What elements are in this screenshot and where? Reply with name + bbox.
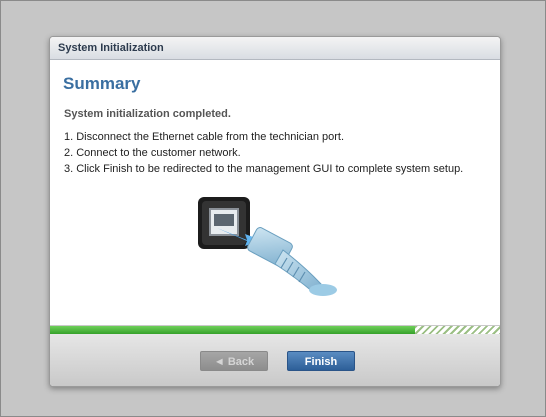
ethernet-cable-port-icon (195, 192, 355, 302)
instruction-list: 1. Disconnect the Ethernet cable from th… (64, 129, 463, 177)
progress-fill (50, 326, 415, 334)
dialog-titlebar: System Initialization (50, 37, 500, 60)
status-message: System initialization completed. (64, 108, 231, 120)
instruction-step: 1. Disconnect the Ethernet cable from th… (64, 131, 345, 143)
finish-button[interactable]: Finish (287, 351, 355, 371)
dialog-footer: ◄ Back Finish (50, 334, 500, 386)
system-initialization-dialog: System Initialization Summary System ini… (49, 36, 501, 387)
back-button[interactable]: ◄ Back (200, 351, 268, 371)
instruction-step: 3. Click Finish to be redirected to the … (64, 163, 464, 175)
instruction-step: 2. Connect to the customer network. (64, 147, 241, 159)
page-title: Summary (63, 74, 141, 93)
